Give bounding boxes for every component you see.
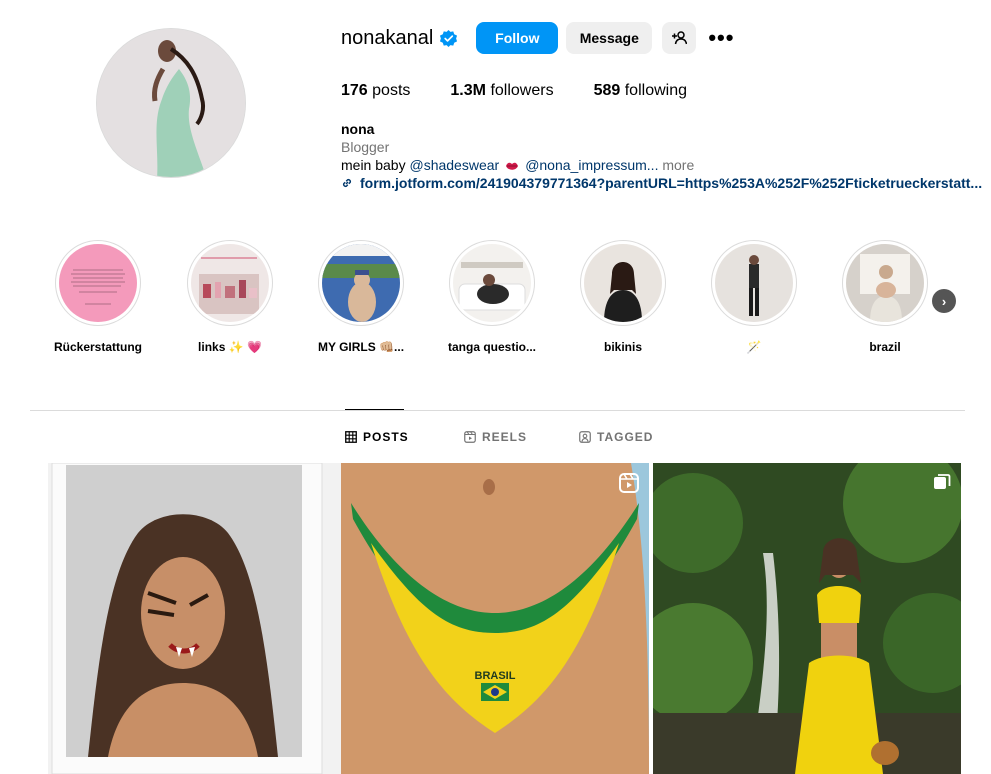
profile-stats: 176 posts 1.3M followers 589 following bbox=[341, 82, 727, 100]
tabs-divider bbox=[30, 410, 965, 411]
post-image-jungle bbox=[653, 463, 961, 774]
highlights-next-button[interactable]: › bbox=[932, 289, 956, 313]
add-user-icon bbox=[672, 31, 688, 45]
tab-posts[interactable]: POSTS bbox=[345, 430, 409, 444]
following-link[interactable]: 589 following bbox=[594, 82, 687, 100]
carousel-icon bbox=[934, 474, 951, 489]
grid-icon bbox=[345, 431, 357, 443]
highlight-item[interactable]: brazil bbox=[820, 240, 950, 354]
post-image-bikini: BRASIL bbox=[341, 463, 649, 774]
follow-button[interactable]: Follow bbox=[476, 22, 559, 54]
verified-badge-icon bbox=[440, 29, 458, 47]
highlight-cover-brazil bbox=[846, 244, 924, 322]
lips-emoji-icon bbox=[506, 162, 519, 170]
highlight-cover-stadium bbox=[322, 244, 400, 322]
highlight-label: Rückerstattung bbox=[53, 340, 142, 354]
brasil-label: BRASIL bbox=[475, 670, 516, 682]
highlight-item[interactable]: Rückerstattung bbox=[33, 240, 163, 354]
bio-text: mein baby bbox=[341, 157, 410, 173]
highlight-cover-shelves bbox=[191, 244, 269, 322]
bio-more-link[interactable]: more bbox=[658, 157, 694, 173]
profile-header-row: nonakanal Follow Message ••• bbox=[341, 22, 734, 54]
highlight-label: MY GIRLS 👊🏼... bbox=[317, 340, 405, 354]
reels-icon bbox=[464, 431, 476, 443]
active-tab-indicator bbox=[345, 409, 404, 410]
post-tile[interactable] bbox=[653, 463, 961, 774]
tab-reels[interactable]: REELS bbox=[464, 430, 527, 444]
followers-link[interactable]: 1.3M followers bbox=[450, 82, 553, 100]
suggest-accounts-button[interactable] bbox=[662, 22, 697, 54]
story-highlights: Rückerstattung links ✨ 💗 MY GIRLS 👊🏼... … bbox=[46, 240, 964, 360]
profile-category: Blogger bbox=[341, 139, 390, 155]
bio-mention-impressum[interactable]: @nona_impressum... bbox=[525, 157, 658, 173]
link-icon bbox=[343, 179, 351, 187]
highlight-cover-mirror bbox=[715, 244, 793, 322]
highlight-item[interactable]: 🪄 bbox=[689, 240, 819, 354]
highlight-label: bikinis bbox=[603, 340, 642, 354]
highlight-item[interactable]: bikinis bbox=[558, 240, 688, 354]
highlight-item[interactable]: links ✨ 💗 bbox=[165, 240, 295, 354]
more-options-icon[interactable]: ••• bbox=[708, 22, 734, 54]
profile-avatar[interactable] bbox=[96, 28, 246, 178]
chevron-right-icon: › bbox=[941, 293, 947, 309]
highlight-item[interactable]: MY GIRLS 👊🏼... bbox=[296, 240, 426, 354]
highlight-cover-portrait bbox=[584, 244, 662, 322]
highlight-cover-pink bbox=[59, 244, 137, 322]
profile-full-name: nona bbox=[341, 121, 375, 137]
profile-external-link[interactable]: form.jotform.com/241904379771364?parentU… bbox=[341, 175, 982, 191]
post-image-polaroid bbox=[48, 463, 356, 774]
tab-tagged[interactable]: TAGGED bbox=[579, 430, 653, 444]
highlight-label: brazil bbox=[869, 340, 901, 354]
bio-mention-shadeswear[interactable]: @shadeswear bbox=[409, 157, 499, 173]
highlight-label: tanga questio... bbox=[447, 340, 536, 354]
highlight-cover-couch bbox=[453, 244, 531, 322]
profile-bio: mein baby @shadeswear @nona_impressum... … bbox=[341, 157, 694, 173]
post-tile[interactable]: BRASIL bbox=[341, 463, 649, 774]
highlight-item[interactable]: tanga questio... bbox=[427, 240, 557, 354]
message-button[interactable]: Message bbox=[566, 22, 653, 54]
reel-icon bbox=[619, 473, 639, 493]
highlight-label: links ✨ 💗 bbox=[198, 340, 262, 354]
highlight-label: 🪄 bbox=[746, 340, 762, 354]
tagged-icon bbox=[579, 431, 591, 443]
profile-username: nonakanal bbox=[341, 26, 434, 49]
post-tile[interactable] bbox=[48, 463, 356, 774]
posts-count: 176 posts bbox=[341, 82, 411, 99]
